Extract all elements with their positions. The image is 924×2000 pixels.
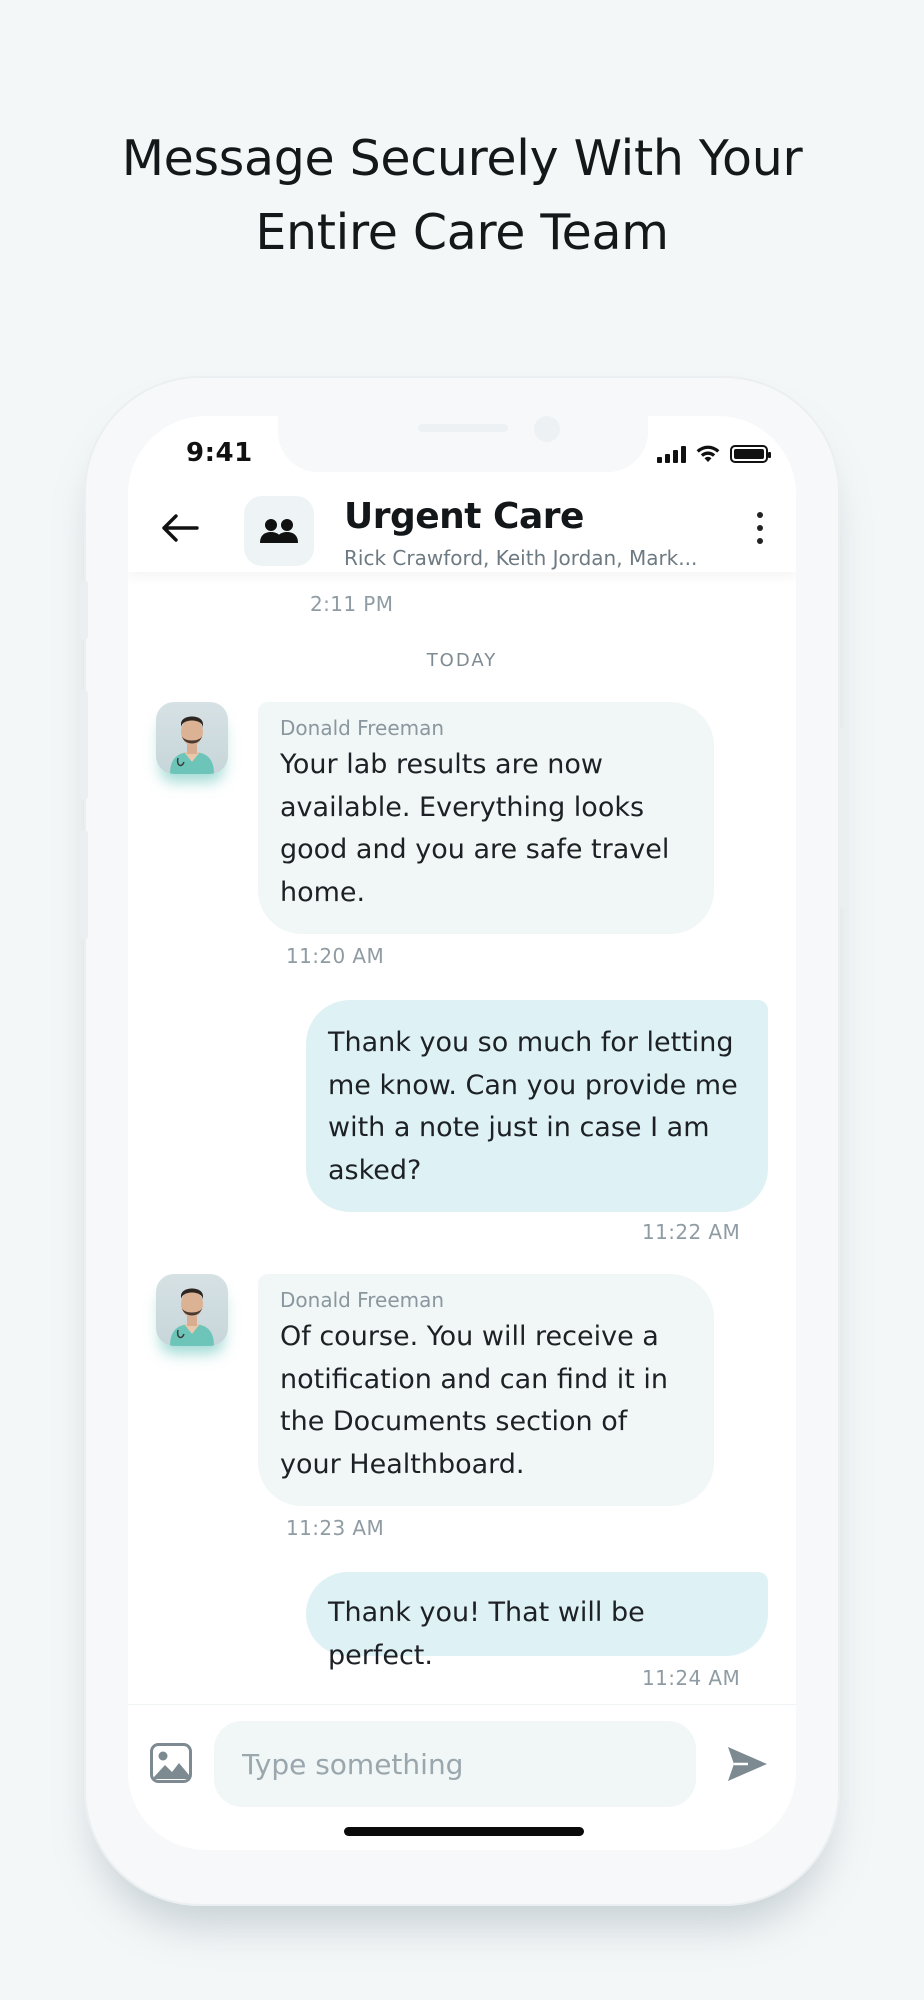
sender-avatar[interactable] [156,702,228,774]
send-button[interactable] [724,1741,770,1787]
message-input[interactable] [214,1721,696,1807]
phone-mute-switch [80,580,88,640]
outgoing-message-bubble[interactable]: Thank you so much for letting me know. C… [306,1000,768,1212]
message-sender: Donald Freeman [280,1288,445,1312]
message-text: Thank you so much for letting me know. C… [328,1027,738,1186]
more-options-button[interactable] [752,508,768,548]
phone-volume-up [80,690,88,800]
outgoing-message-bubble[interactable]: Thank you! That will be perfect. [306,1572,768,1671]
chat-title[interactable]: Urgent Care [344,496,584,537]
people-icon [260,519,298,543]
page-headline: Message Securely With Your Entire Care T… [0,122,924,270]
earlier-message-timestamp: 2:11 PM [310,592,394,616]
headline-line-2: Entire Care Team [255,204,669,261]
message-timestamp: 11:24 AM [642,1666,741,1690]
arrow-left-icon [162,514,199,542]
home-indicator [344,1827,584,1836]
attach-image-button[interactable] [150,1743,192,1783]
phone-volume-down [80,830,88,940]
message-text: Your lab results are now available. Ever… [280,749,670,908]
doctor-portrait [170,1288,214,1346]
chat-header: Urgent Care Rick Crawford, Keith Jordan,… [128,484,796,572]
message-list[interactable]: 2:11 PM TODAY Donald Freeman Your lab re… [128,572,796,1702]
phone-screen: 9:41 Urgent Care Rick Crawford, Keith Jo… [128,416,796,1850]
incoming-message-bubble[interactable]: Donald Freeman Your lab results are now … [258,702,714,934]
send-icon [728,1747,767,1781]
back-button[interactable] [158,506,202,550]
message-sender: Donald Freeman [280,716,445,740]
doctor-portrait [170,716,214,774]
status-icons [657,444,771,464]
image-icon [150,1743,192,1783]
battery-icon [730,445,771,463]
message-text: Thank you! That will be perfect. [328,1597,645,1671]
cellular-signal-icon [657,445,686,463]
phone-notch [278,416,648,472]
chat-members[interactable]: Rick Crawford, Keith Jordan, Mark... [344,546,704,570]
group-avatar[interactable] [244,496,314,566]
message-timestamp: 11:20 AM [286,944,385,968]
more-vertical-icon [757,512,763,518]
message-composer [128,1704,796,1850]
incoming-message-bubble[interactable]: Donald Freeman Of course. You will recei… [258,1274,714,1506]
wifi-icon [696,445,720,462]
sender-avatar[interactable] [156,1274,228,1346]
status-time: 9:41 [186,438,253,468]
phone-power-button [838,728,846,908]
notch-speaker [418,424,508,432]
notch-camera [534,416,560,442]
message-timestamp: 11:22 AM [642,1220,741,1244]
message-text: Of course. You will receive a notificati… [280,1321,669,1480]
message-timestamp: 11:23 AM [286,1516,385,1540]
day-separator: TODAY [426,650,498,671]
headline-line-1: Message Securely With Your [121,130,803,187]
